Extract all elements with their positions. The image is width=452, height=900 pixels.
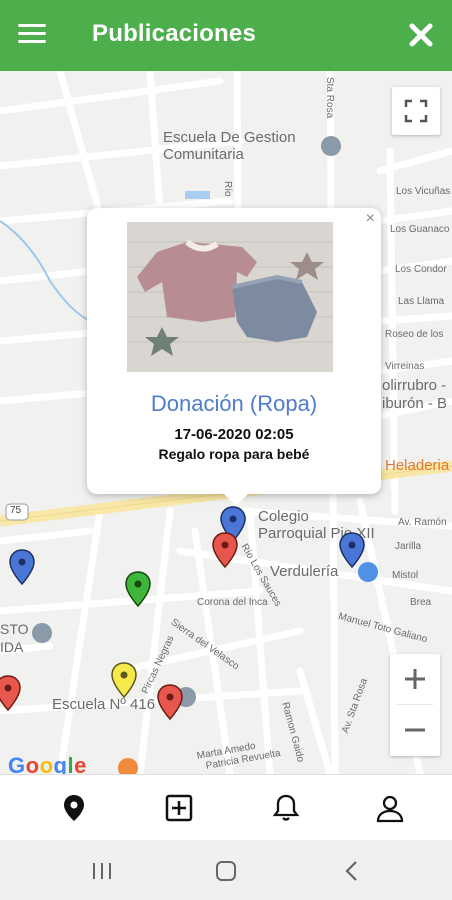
marker-blue-3[interactable] — [9, 549, 35, 586]
marker-red-2[interactable] — [157, 684, 183, 721]
menu-icon[interactable] — [18, 24, 46, 48]
info-window: × Donación (Ropa) 17-06-2020 02:05 Regal… — [87, 208, 381, 506]
back-icon[interactable] — [338, 858, 366, 884]
publication-date: 17-06-2020 02:05 — [174, 426, 294, 443]
page-title: Publicaciones — [92, 20, 256, 47]
publication-image — [127, 222, 333, 372]
zoom-in-button[interactable] — [390, 654, 440, 704]
marker-blue-2[interactable] — [339, 532, 365, 569]
location-icon[interactable] — [58, 792, 90, 824]
home-icon[interactable] — [212, 858, 240, 884]
profile-icon[interactable] — [374, 792, 406, 824]
bell-icon[interactable] — [270, 792, 302, 824]
add-icon[interactable] — [163, 792, 195, 824]
close-popup-icon[interactable]: × — [366, 210, 375, 228]
zoom-out-button[interactable] — [390, 705, 440, 755]
bottom-navigation — [0, 774, 452, 840]
system-navigation-bar — [0, 840, 452, 900]
fullscreen-button[interactable] — [392, 87, 440, 135]
map-view[interactable]: Escuela De Gestion Comunitaria Colegio P… — [0, 71, 452, 774]
publication-description: Regalo ropa para bebé — [158, 446, 310, 462]
marker-green-1[interactable] — [125, 571, 151, 608]
marker-red-1[interactable] — [212, 532, 238, 569]
google-logo: Google — [8, 753, 87, 774]
zoom-controls — [390, 654, 440, 756]
recent-apps-icon[interactable] — [88, 858, 116, 884]
marker-red-3[interactable] — [0, 675, 21, 712]
fullscreen-icon — [404, 99, 428, 123]
close-icon[interactable] — [406, 20, 436, 50]
publication-title[interactable]: Donación (Ropa) — [87, 391, 381, 417]
app-bar: Publicaciones — [0, 0, 452, 71]
marker-yellow-1[interactable] — [111, 662, 137, 699]
info-window-pointer — [224, 494, 248, 506]
